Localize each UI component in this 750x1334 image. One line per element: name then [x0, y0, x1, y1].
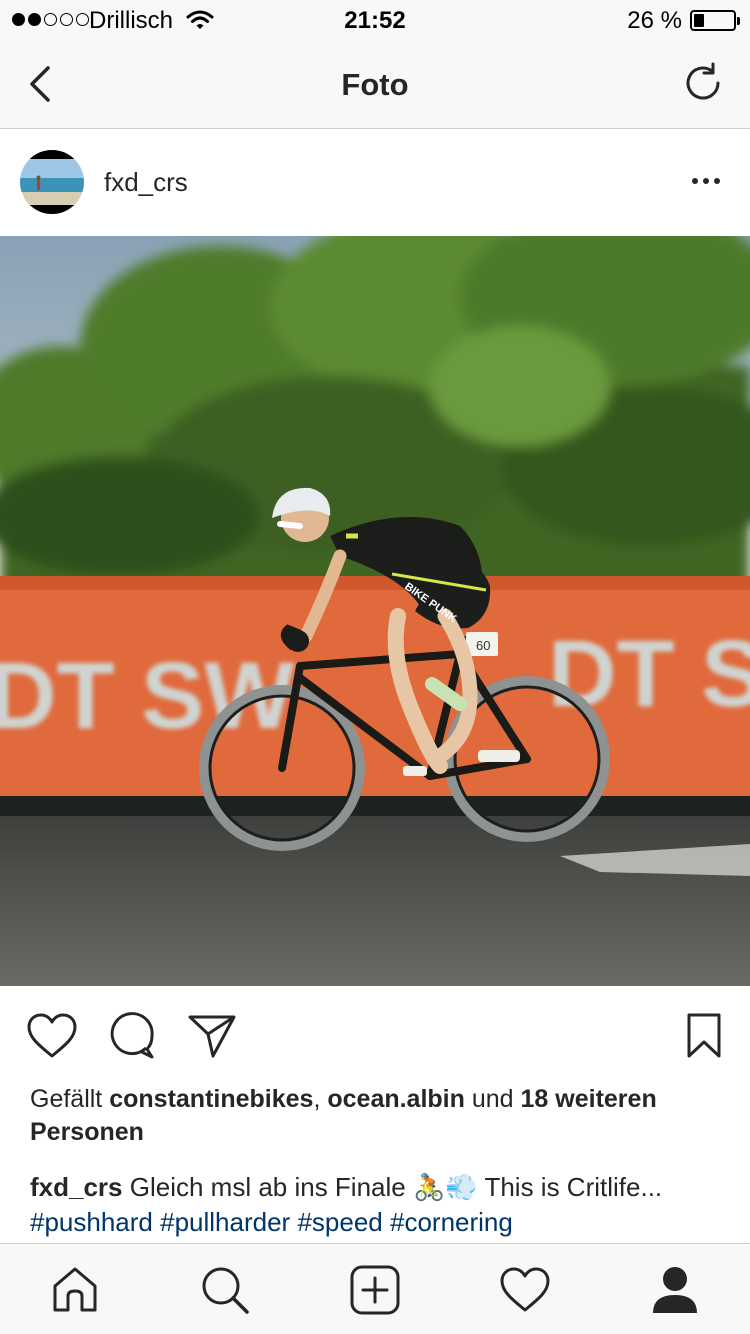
liker-link[interactable]: constantinebikes — [109, 1085, 313, 1113]
status-bar: Drillisch 21:52 26 % — [0, 0, 750, 40]
banner-text-right: DT S — [548, 621, 750, 727]
likes-summary: Gefällt constantinebikes, ocean.albin un… — [30, 1083, 720, 1149]
post-header: fxd_crs — [0, 130, 750, 236]
likes-and: und — [471, 1085, 514, 1113]
navigation-bar: Foto — [0, 40, 750, 129]
cyclist-photo: DT SW DT S 60 BIKE PUNK — [0, 236, 750, 986]
profile-icon[interactable] — [649, 1264, 701, 1316]
caption-text: Gleich msl ab ins Finale 🚴💨 This is Crit… — [129, 1172, 663, 1202]
tab-bar — [0, 1243, 750, 1334]
battery-level — [694, 14, 704, 27]
home-icon[interactable] — [49, 1264, 101, 1316]
caption-username[interactable]: fxd_crs — [30, 1172, 123, 1202]
avatar-beach-image — [20, 150, 84, 214]
search-icon[interactable] — [199, 1264, 251, 1316]
refresh-icon[interactable] — [682, 62, 724, 104]
battery-icon — [690, 10, 740, 31]
number-plate-text: 60 — [476, 638, 490, 653]
bookmark-icon[interactable] — [684, 1012, 724, 1060]
add-post-icon[interactable] — [349, 1264, 401, 1316]
likes-prefix: Gefällt — [30, 1085, 103, 1113]
hashtag-link[interactable]: #cornering — [390, 1207, 513, 1237]
share-icon[interactable] — [186, 1012, 238, 1060]
hashtag-link[interactable]: #pushhard — [30, 1207, 153, 1237]
heart-icon[interactable] — [26, 1012, 78, 1060]
battery-percentage: 26 % — [627, 7, 682, 34]
likes-separator: , — [313, 1085, 321, 1113]
hashtag-link[interactable]: #pullharder — [160, 1207, 290, 1237]
post-caption: fxd_crs Gleich msl ab ins Finale 🚴💨 This… — [30, 1170, 720, 1240]
more-options-icon[interactable] — [692, 178, 720, 184]
page-title: Foto — [341, 67, 409, 102]
activity-heart-icon[interactable] — [499, 1264, 551, 1316]
hashtag-link[interactable]: #speed — [297, 1207, 382, 1237]
post-actions — [0, 986, 750, 1082]
post-photo[interactable]: DT SW DT S 60 BIKE PUNK — [0, 236, 750, 986]
liker-link[interactable]: ocean.albin — [327, 1085, 465, 1113]
comment-icon[interactable] — [106, 1012, 158, 1060]
avatar[interactable] — [20, 150, 84, 214]
post-username[interactable]: fxd_crs — [104, 167, 188, 198]
